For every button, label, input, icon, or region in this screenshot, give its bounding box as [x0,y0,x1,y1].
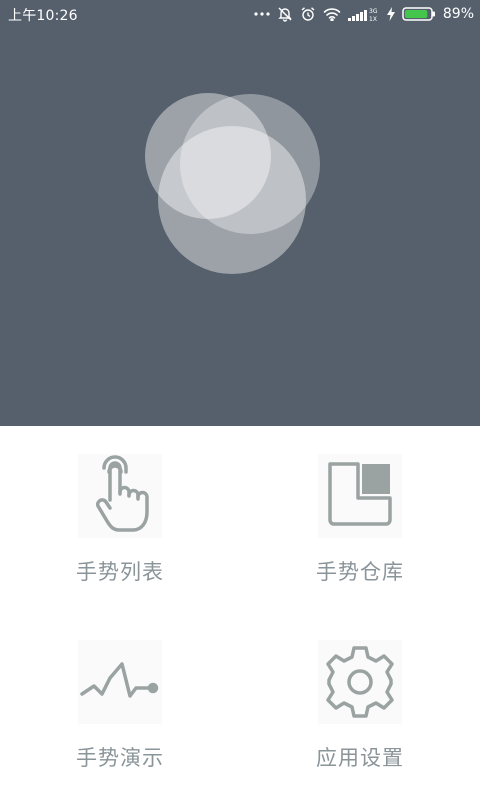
network-type-bottom: 1X [369,16,377,22]
alarm-icon [300,6,316,22]
mute-icon [277,6,293,22]
status-icons: 3G 1X 89% [254,3,474,25]
menu-item-gesture-list[interactable]: 手势列表 [0,426,240,606]
menu-item-gesture-demo[interactable]: 手势演示 [0,612,240,792]
menu-item-app-settings[interactable]: 应用设置 [240,612,480,792]
battery-percent: 89% [442,6,474,22]
overlapping-circles-logo [140,92,330,277]
app-screen: 上午10:26 3G 1X 89% 手势列表 手势仓库 手势演示 应用设置 [0,0,480,800]
menu-item-gesture-repository[interactable]: 手势仓库 [240,426,480,606]
status-time: 上午10:26 [8,8,78,24]
charging-icon [386,7,395,21]
gesture-waveform-icon [78,640,162,724]
hero-banner: 上午10:26 3G 1X 89% [0,0,480,426]
gear-icon [318,640,402,724]
network-type-top: 3G [369,8,378,15]
menu-item-label: 应用设置 [316,746,404,770]
menu-item-label: 手势列表 [76,560,164,584]
signal-icon: 3G 1X [347,6,380,22]
battery-icon [402,6,436,22]
menu-item-label: 手势仓库 [316,560,404,584]
status-bar: 上午10:26 3G 1X 89% [0,0,480,28]
menu-item-label: 手势演示 [76,746,164,770]
tap-hand-icon [78,454,162,538]
more-dots-icon [254,11,270,17]
gesture-repository-icon [318,454,402,538]
wifi-icon [323,7,341,21]
main-menu-grid: 手势列表 手势仓库 手势演示 应用设置 [0,426,480,800]
